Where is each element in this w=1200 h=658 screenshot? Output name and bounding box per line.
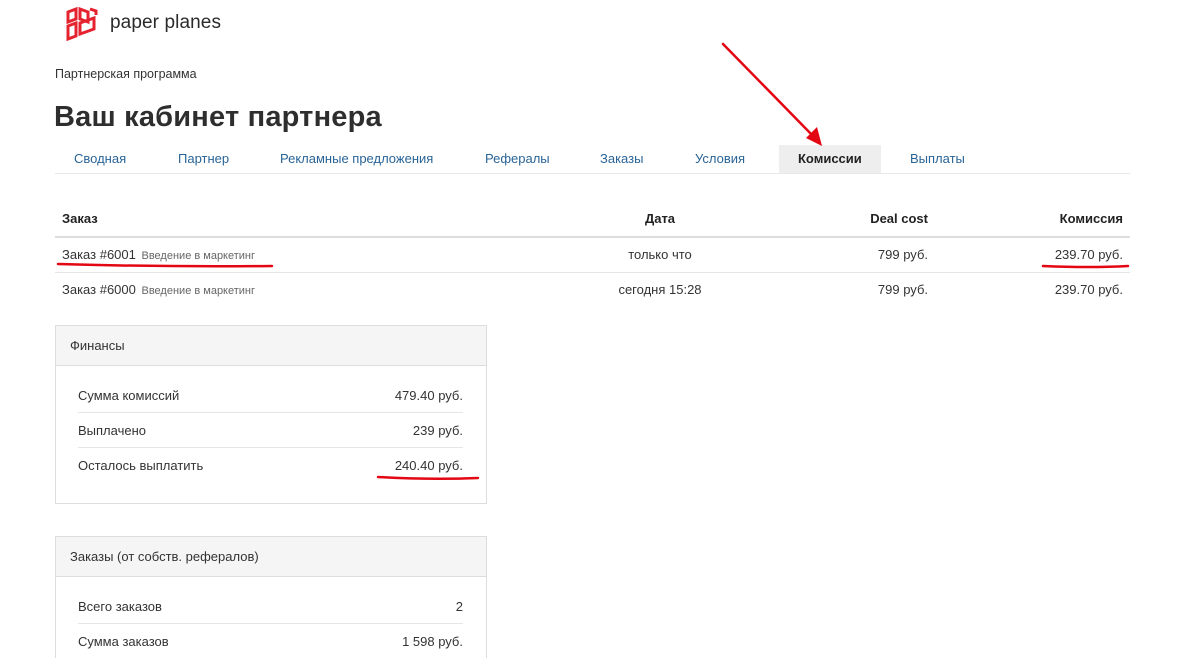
- finance-row-label: Осталось выплатить: [78, 458, 204, 473]
- referral-row-value: 2: [455, 599, 463, 614]
- order-number: Заказ #6001: [62, 247, 136, 263]
- referral-row-orders-sum: Сумма заказов 1 598 руб.: [78, 624, 463, 658]
- referral-orders-panel-body: Всего заказов 2 Сумма заказов 1 598 руб.: [56, 577, 486, 658]
- finance-row-label: Выплачено: [78, 423, 146, 438]
- order-cell: Заказ #6000 Введение в маркетинг: [55, 272, 535, 307]
- commissions-table: Заказ Дата Deal cost Комиссия Заказ #600…: [55, 201, 1130, 307]
- tab-terms[interactable]: Условия: [695, 145, 745, 173]
- finance-panel-body: Сумма комиссий 479.40 руб. Выплачено 239…: [56, 366, 486, 503]
- referral-row-label: Сумма заказов: [78, 634, 169, 649]
- finance-row-paid: Выплачено 239 руб.: [78, 413, 463, 448]
- order-date: только что: [535, 237, 785, 273]
- column-header-deal-cost: Deal cost: [785, 201, 935, 238]
- order-date: сегодня 15:28: [618, 282, 702, 298]
- tab-payouts[interactable]: Выплаты: [910, 145, 965, 173]
- order-course: Введение в маркетинг: [141, 250, 256, 263]
- finance-panel-title: Финансы: [56, 326, 486, 366]
- brand-name: paper planes: [110, 12, 222, 33]
- tab-summary[interactable]: Сводная: [74, 145, 126, 173]
- referral-row-label: Всего заказов: [78, 599, 162, 614]
- referral-orders-panel-title: Заказы (от собств. рефералов): [56, 537, 486, 577]
- order-deal-cost: 799 руб.: [877, 282, 928, 298]
- referral-orders-panel: Заказы (от собств. рефералов) Всего зака…: [55, 536, 487, 658]
- column-header-order: Заказ: [55, 201, 535, 238]
- column-header-date: Дата: [535, 201, 785, 238]
- finance-row-label: Сумма комиссий: [78, 388, 180, 403]
- annotation-arrow-shaft: [721, 42, 817, 140]
- breadcrumb[interactable]: Партнерская программа: [55, 67, 197, 81]
- referral-row-value: 1 598 руб.: [402, 634, 463, 649]
- order-commission: 239.70 руб.: [1054, 282, 1123, 298]
- order-cell: Заказ #6001 Введение в маркетинг: [55, 237, 535, 273]
- table-header-row: Заказ Дата Deal cost Комиссия: [55, 201, 1130, 238]
- tab-referrals[interactable]: Рефералы: [485, 145, 550, 173]
- tab-orders[interactable]: Заказы: [600, 145, 643, 173]
- tab-partner[interactable]: Партнер: [178, 145, 229, 173]
- table-row: Заказ #6001 Введение в маркетинг только …: [55, 237, 1130, 273]
- finance-row-value: 479.40 руб.: [394, 388, 463, 403]
- tab-bar: Сводная Партнер Рекламные предложения Ре…: [55, 145, 1130, 174]
- finance-row-value: 240.40 руб.: [394, 458, 463, 473]
- finance-panel: Финансы Сумма комиссий 479.40 руб. Выпла…: [55, 325, 487, 504]
- order-commission: 239.70 руб.: [935, 237, 1130, 273]
- page-title: Ваш кабинет партнера: [54, 101, 382, 133]
- table-row: Заказ #6000 Введение в маркетинг сегодня…: [55, 272, 1130, 307]
- annotation-arrow-head: [806, 127, 822, 146]
- paper-planes-logo-icon: [66, 6, 98, 41]
- tab-commissions[interactable]: Комиссии: [779, 145, 881, 173]
- referral-row-total-orders: Всего заказов 2: [78, 589, 463, 624]
- tab-promo-offers[interactable]: Рекламные предложения: [280, 145, 433, 173]
- order-deal-cost: 799 руб.: [785, 237, 935, 273]
- finance-row-total-commissions: Сумма комиссий 479.40 руб.: [78, 378, 463, 413]
- brand-logo[interactable]: paper planes: [64, 5, 221, 41]
- order-course: Введение в маркетинг: [141, 285, 256, 298]
- finance-row-remaining: Осталось выплатить 240.40 руб.: [78, 448, 463, 483]
- column-header-commission: Комиссия: [935, 201, 1130, 238]
- finance-row-value: 239 руб.: [412, 423, 463, 438]
- order-number: Заказ #6000: [62, 282, 136, 298]
